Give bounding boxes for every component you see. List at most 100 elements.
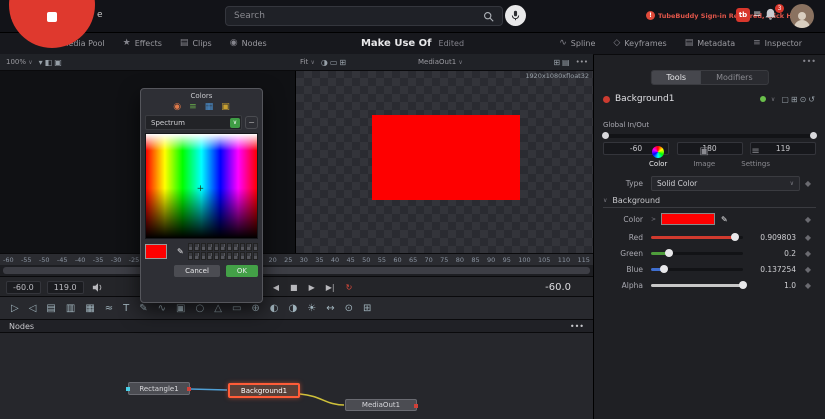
node-settings-icon[interactable]: ⊞ bbox=[790, 95, 799, 104]
go-to-end-icon[interactable]: ▶| bbox=[325, 283, 336, 292]
alpha-slider[interactable] bbox=[651, 284, 743, 287]
color-swatch[interactable] bbox=[246, 243, 251, 251]
pin-icon[interactable]: ⊙ bbox=[799, 95, 808, 104]
alpha-slider-handle[interactable] bbox=[739, 281, 747, 289]
loop-icon[interactable]: ↻ bbox=[345, 283, 354, 292]
zoom-level-dropdown[interactable]: 100% ∨ bbox=[6, 58, 33, 66]
viewer-options-icon[interactable]: ▤ bbox=[561, 58, 571, 67]
blue-slider-handle[interactable] bbox=[660, 265, 668, 273]
range-thumb[interactable] bbox=[3, 267, 590, 274]
subtab-color[interactable]: Color bbox=[649, 146, 667, 168]
versions-icon[interactable]: ▢ bbox=[780, 95, 790, 104]
loader-icon[interactable]: ▤ bbox=[45, 303, 56, 314]
node-background1[interactable]: Background1 bbox=[228, 383, 300, 398]
current-color-swatch[interactable] bbox=[145, 244, 167, 259]
color-swatch[interactable] bbox=[233, 252, 238, 260]
render-in-field[interactable]: -60.0 bbox=[6, 281, 41, 294]
media-in-icon[interactable]: ▷ bbox=[10, 303, 20, 314]
color-swatch[interactable] bbox=[246, 252, 251, 260]
ellipse-mask-icon[interactable]: ○ bbox=[195, 303, 206, 314]
split-view-icon[interactable]: ◧ bbox=[44, 58, 54, 67]
output-port[interactable] bbox=[187, 387, 191, 391]
keyframe-diamond-icon[interactable]: ◆ bbox=[800, 179, 816, 188]
alpha-value[interactable]: 1.0 bbox=[749, 281, 800, 290]
collapse-chevron-icon[interactable]: ∨ bbox=[771, 96, 775, 103]
color-wheel-icon[interactable]: ◉ bbox=[172, 102, 182, 112]
background-icon[interactable]: ▦ bbox=[84, 303, 95, 314]
color-swatch[interactable] bbox=[194, 243, 199, 251]
tab-spline[interactable]: ∿ Spline bbox=[550, 32, 604, 54]
remove-swatch-button[interactable]: − bbox=[245, 116, 258, 129]
transform-icon[interactable]: ⊙ bbox=[344, 303, 354, 314]
global-in-out-slider[interactable] bbox=[603, 134, 816, 138]
guides-icon[interactable]: ⊞ bbox=[338, 58, 347, 67]
notifications-button[interactable]: 3 bbox=[763, 7, 781, 25]
search-icon[interactable] bbox=[483, 11, 494, 22]
tab-keyframes[interactable]: ◇ Keyframes bbox=[604, 32, 675, 54]
text-icon[interactable]: T bbox=[122, 303, 130, 314]
ok-button[interactable]: OK bbox=[226, 265, 258, 277]
play-icon[interactable]: ▶ bbox=[308, 283, 316, 292]
output-port[interactable] bbox=[414, 404, 418, 408]
color-swatch[interactable] bbox=[201, 243, 206, 251]
subtab-image[interactable]: ▣ Image bbox=[693, 146, 715, 168]
color-swatch[interactable] bbox=[214, 252, 219, 260]
eyedropper-icon[interactable]: ✎ bbox=[177, 247, 184, 256]
blue-slider[interactable] bbox=[651, 268, 743, 271]
stop-icon[interactable]: ■ bbox=[289, 283, 299, 292]
color-swatch[interactable] bbox=[188, 252, 193, 260]
node-mediaout1[interactable]: MediaOut1 bbox=[345, 399, 417, 411]
proxy-icon[interactable]: ◑ bbox=[320, 58, 329, 67]
audio-mute-button[interactable] bbox=[92, 278, 104, 297]
reset-icon[interactable]: ↺ bbox=[807, 95, 816, 104]
tab-nodes[interactable]: ◉ Nodes bbox=[221, 32, 276, 54]
eyedropper-icon[interactable]: ✎ bbox=[721, 215, 728, 224]
dissolve-icon[interactable]: ◐ bbox=[269, 303, 280, 314]
search-input[interactable]: Search bbox=[225, 6, 503, 26]
color-swatch[interactable] bbox=[194, 252, 199, 260]
voice-search-button[interactable] bbox=[505, 5, 526, 26]
merge-icon[interactable]: ⊕ bbox=[250, 303, 260, 314]
render-out-field[interactable]: 119.0 bbox=[47, 281, 84, 294]
out-handle[interactable] bbox=[810, 132, 817, 139]
profile-avatar[interactable] bbox=[790, 4, 814, 28]
resize-icon[interactable]: ↔ bbox=[325, 303, 335, 314]
image-picker-icon[interactable]: ▣ bbox=[220, 102, 231, 112]
color-swatch[interactable] bbox=[240, 252, 245, 260]
color-swatch[interactable] bbox=[233, 243, 238, 251]
fit-dropdown[interactable]: Fit ∨ bbox=[300, 58, 315, 66]
green-value[interactable]: 0.2 bbox=[749, 249, 800, 258]
tab-modifiers[interactable]: Modifiers bbox=[701, 71, 768, 84]
color-swatch[interactable] bbox=[661, 213, 715, 225]
red-slider[interactable] bbox=[651, 236, 743, 239]
spectrum-mode-dropdown[interactable]: Spectrum ∨ bbox=[145, 115, 242, 130]
timeline-range-scrollbar[interactable] bbox=[0, 265, 593, 276]
timeline-ruler[interactable]: -60-55-50-45-40-35-30-25-20-15-10-505101… bbox=[0, 253, 593, 265]
input-port[interactable] bbox=[126, 387, 130, 391]
background-section-header[interactable]: ∨ Background bbox=[603, 196, 816, 208]
tab-metadata[interactable]: ▤ Metadata bbox=[676, 32, 744, 54]
color-swatch[interactable] bbox=[227, 243, 232, 251]
polygon-mask-icon[interactable]: △ bbox=[213, 303, 223, 314]
keyframe-diamond-icon[interactable]: ◆ bbox=[800, 265, 816, 274]
rectangle-mask-icon[interactable]: ▭ bbox=[231, 303, 242, 314]
viewer-source-dropdown[interactable]: MediaOut1 ∨ bbox=[418, 58, 463, 66]
keyframe-diamond-icon[interactable]: ◆ bbox=[800, 281, 816, 290]
red-slider-handle[interactable] bbox=[731, 233, 739, 241]
color-swatch[interactable] bbox=[201, 252, 206, 260]
in-handle[interactable] bbox=[602, 132, 609, 139]
color-spectrum-field[interactable]: + bbox=[145, 133, 258, 239]
warning-text[interactable]: TubeBuddy Sign-in Required, Click Here bbox=[658, 12, 804, 20]
color-swatch[interactable] bbox=[207, 243, 212, 251]
node-enabled-indicator[interactable] bbox=[760, 96, 766, 102]
brightness-contrast-icon[interactable]: ☀ bbox=[306, 303, 317, 314]
color-corrector-icon[interactable]: ◑ bbox=[288, 303, 299, 314]
palette-grid-icon[interactable]: ▦ bbox=[204, 102, 215, 112]
color-swatch[interactable] bbox=[227, 252, 232, 260]
type-dropdown[interactable]: Solid Color ∨ bbox=[651, 176, 800, 191]
color-swatch[interactable] bbox=[253, 243, 258, 251]
play-reverse-icon[interactable]: ◀ bbox=[272, 283, 280, 292]
color-swatch[interactable] bbox=[214, 243, 219, 251]
color-swatch[interactable] bbox=[253, 252, 258, 260]
color-swatch[interactable] bbox=[240, 243, 245, 251]
